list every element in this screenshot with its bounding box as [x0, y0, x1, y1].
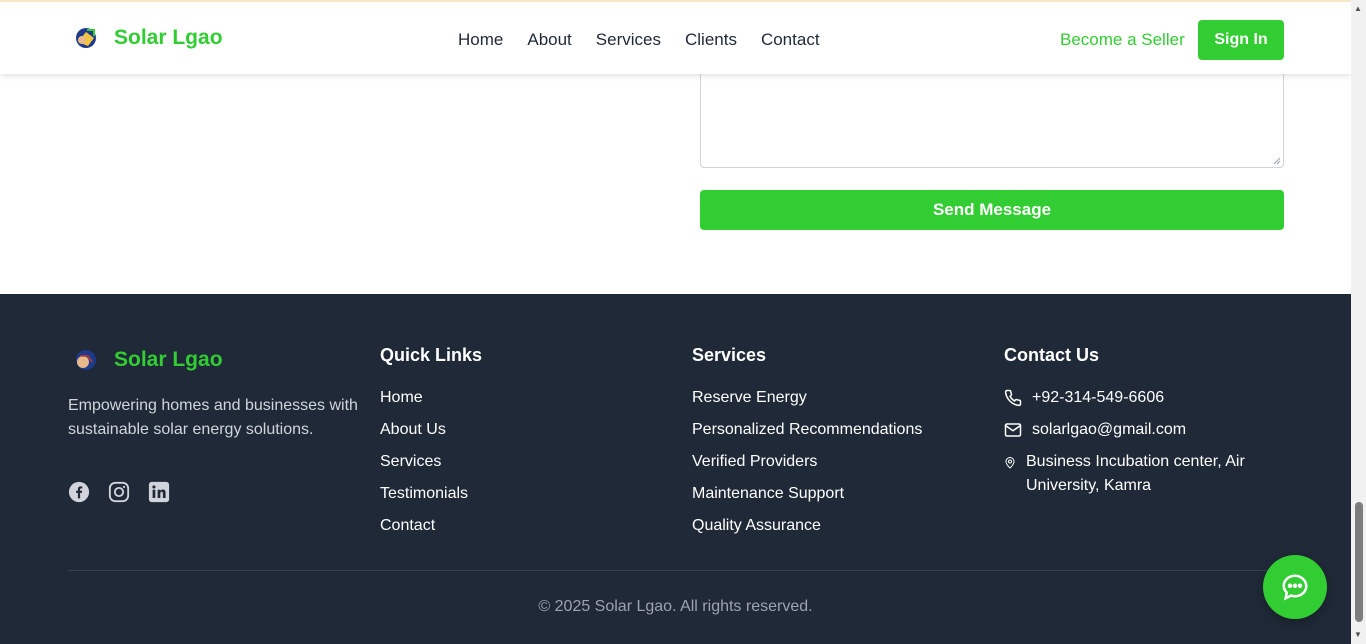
nav-contact[interactable]: Contact	[761, 30, 820, 50]
scrollbar-thumb[interactable]	[1355, 502, 1363, 622]
logo-icon	[76, 28, 96, 48]
page-scrollbar[interactable]: ▲ ▼	[1351, 0, 1366, 644]
service-link-verified-providers[interactable]: Verified Providers	[692, 450, 922, 482]
linkedin-icon[interactable]	[148, 481, 170, 503]
social-links	[68, 481, 170, 503]
chat-button[interactable]	[1263, 555, 1327, 619]
footer-link-contact[interactable]: Contact	[380, 514, 482, 546]
top-navbar: Solar Lgao Home About Services Clients C…	[0, 0, 1351, 74]
brand-name: Solar Lgao	[114, 26, 223, 49]
services-title: Services	[692, 345, 767, 365]
quick-links-column: Quick Links Home About Us Services Testi…	[380, 345, 482, 546]
contact-email[interactable]: solarlgao@gmail.com	[1004, 418, 1284, 450]
footer-tagline: Empowering homes and businesses with sus…	[68, 397, 358, 438]
footer-link-about[interactable]: About Us	[380, 418, 482, 450]
brand-link[interactable]: Solar Lgao	[74, 26, 223, 50]
address-text: Business Incubation center, Air Universi…	[1026, 453, 1245, 494]
nav-about[interactable]: About	[527, 30, 571, 50]
main-nav: Home About Services Clients Contact	[458, 30, 820, 50]
copyright-text: © 2025 Solar Lgao. All rights reserved.	[538, 598, 813, 615]
chat-bubble-icon	[1282, 574, 1308, 601]
footer-divider	[68, 570, 1284, 571]
service-link-maintenance[interactable]: Maintenance Support	[692, 482, 922, 514]
footer-link-testimonials[interactable]: Testimonials	[380, 482, 482, 514]
nav-home[interactable]: Home	[458, 30, 503, 50]
contact-title: Contact Us	[1004, 345, 1100, 365]
footer-brand-name: Solar Lgao	[114, 348, 223, 371]
footer-logo-icon	[76, 350, 96, 370]
email-text: solarlgao@gmail.com	[1032, 421, 1187, 438]
facebook-icon[interactable]	[68, 481, 90, 503]
footer-link-home[interactable]: Home	[380, 386, 482, 418]
services-column: Services Reserve Energy Personalized Rec…	[692, 345, 922, 546]
service-link-recommendations[interactable]: Personalized Recommendations	[692, 418, 922, 450]
service-link-reserve-energy[interactable]: Reserve Energy	[692, 386, 922, 418]
contact-column: Contact Us +92-314-549-6606 solarlgao@gm…	[1004, 345, 1284, 498]
scroll-up-arrow-icon[interactable]: ▲	[1354, 4, 1362, 13]
instagram-icon[interactable]	[108, 481, 130, 503]
mail-icon	[1004, 423, 1022, 437]
nav-clients[interactable]: Clients	[685, 30, 737, 50]
become-seller-link[interactable]: Become a Seller	[1060, 30, 1185, 50]
nav-services[interactable]: Services	[596, 30, 661, 50]
sign-in-button[interactable]: Sign In	[1198, 20, 1284, 60]
phone-icon	[1004, 389, 1022, 407]
phone-text: +92-314-549-6606	[1032, 389, 1165, 406]
resize-handle-icon[interactable]	[1273, 157, 1281, 165]
contact-address: Business Incubation center, Air Universi…	[1004, 450, 1284, 498]
send-message-button[interactable]: Send Message	[700, 190, 1284, 230]
quick-links-title: Quick Links	[380, 345, 483, 365]
footer-link-services[interactable]: Services	[380, 450, 482, 482]
map-pin-icon	[1005, 457, 1015, 469]
site-footer: Solar Lgao Empowering homes and business…	[0, 294, 1351, 644]
footer-brand[interactable]: Solar Lgao	[74, 348, 223, 372]
service-link-quality[interactable]: Quality Assurance	[692, 514, 922, 546]
scroll-down-arrow-icon[interactable]: ▼	[1354, 630, 1362, 639]
contact-phone[interactable]: +92-314-549-6606	[1004, 386, 1284, 418]
